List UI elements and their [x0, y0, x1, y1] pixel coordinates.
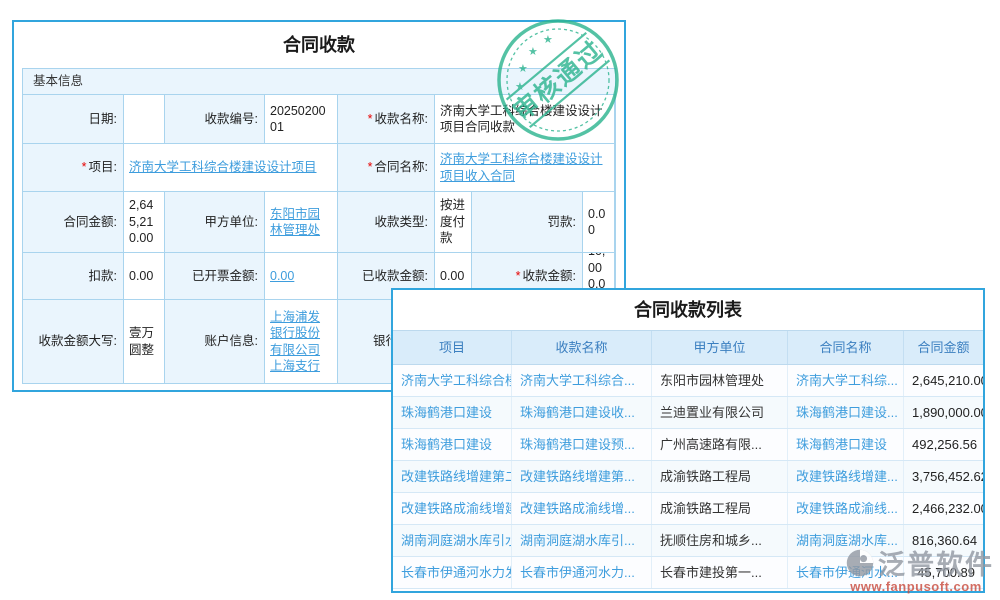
col-header-project: 项目	[393, 331, 511, 364]
cell-project[interactable]: 济南大学工科综合楼...	[393, 365, 511, 396]
deduction-label: 扣款:	[23, 253, 123, 299]
cell-contract-name[interactable]: 湖南洞庭湖水库...	[787, 525, 903, 556]
basic-info-section-header: 基本信息	[22, 68, 616, 94]
cell-receipt-name[interactable]: 改建铁路线增建第...	[511, 461, 651, 492]
cell-project[interactable]: 珠海鹤港口建设	[393, 429, 511, 460]
receipt-list-row: 湖南洞庭湖水库引水... 湖南洞庭湖水库引... 抚顺住房和城乡... 湖南洞庭…	[393, 525, 983, 557]
receipt-list-panel: 合同收款列表 项目 收款名称 甲方单位 合同名称 合同金额 济南大学工科综合楼.…	[391, 288, 985, 593]
cell-contract-name[interactable]: 改建铁路成渝线...	[787, 493, 903, 524]
cell-receipt-name[interactable]: 济南大学工科综合...	[511, 365, 651, 396]
required-mark: *	[368, 111, 373, 128]
receipt-no-label: 收款编号:	[165, 95, 264, 143]
cell-contract-name[interactable]: 珠海鹤港口建设...	[787, 397, 903, 428]
cell-project[interactable]: 珠海鹤港口建设	[393, 397, 511, 428]
col-header-receipt-name: 收款名称	[511, 331, 651, 364]
cell-contract-amount: 816,360.64	[903, 525, 983, 556]
penalty-label: 罚款:	[472, 192, 582, 252]
cell-receipt-name[interactable]: 改建铁路成渝线增...	[511, 493, 651, 524]
account-info-value: 上海浦发银行股份有限公司上海支行	[265, 300, 337, 383]
project-value: 济南大学工科综合楼建设设计项目	[124, 144, 337, 191]
project-link[interactable]: 济南大学工科综合楼建设设计项目	[129, 159, 317, 176]
receipt-list-row: 济南大学工科综合楼... 济南大学工科综合... 东阳市园林管理处 济南大学工科…	[393, 365, 983, 397]
col-header-party-a: 甲方单位	[651, 331, 787, 364]
contract-name-value: 济南大学工科综合楼建设设计项目收入合同	[435, 144, 614, 191]
contract-name-link[interactable]: 济南大学工科综合楼建设设计项目收入合同	[440, 151, 609, 184]
cell-contract-name[interactable]: 济南大学工科综...	[787, 365, 903, 396]
receipt-form-title: 合同收款	[14, 22, 624, 68]
amount-words-value: 壹万圆整	[124, 300, 164, 383]
required-mark: *	[368, 159, 373, 176]
party-a-label: 甲方单位:	[165, 192, 264, 252]
cell-contract-name[interactable]: 改建铁路线增建...	[787, 461, 903, 492]
party-a-value: 东阳市园林管理处	[265, 192, 337, 252]
cell-party-a: 成渝铁路工程局	[651, 493, 787, 524]
cell-party-a: 长春市建投第一...	[651, 557, 787, 588]
cell-contract-amount: 492,256.56	[903, 429, 983, 460]
cell-project[interactable]: 湖南洞庭湖水库引水...	[393, 525, 511, 556]
cell-project[interactable]: 改建铁路成渝线增建...	[393, 493, 511, 524]
date-label: 日期:	[23, 95, 123, 143]
party-a-link[interactable]: 东阳市园林管理处	[270, 206, 332, 239]
cell-contract-amount: 3,756,452.62	[903, 461, 983, 492]
penalty-value: 0.00	[583, 192, 614, 252]
cell-party-a: 兰迪置业有限公司	[651, 397, 787, 428]
cell-party-a: 成渝铁路工程局	[651, 461, 787, 492]
deduction-value: 0.00	[124, 253, 164, 299]
receipt-name-value: 济南大学工科综合楼建设设计项目合同收款	[435, 95, 614, 143]
invoiced-amount-link[interactable]: 0.00	[270, 268, 294, 285]
cell-contract-name[interactable]: 珠海鹤港口建设	[787, 429, 903, 460]
required-mark: *	[82, 159, 87, 176]
amount-words-label: 收款金额大写:	[23, 300, 123, 383]
cell-receipt-name[interactable]: 湖南洞庭湖水库引...	[511, 525, 651, 556]
cell-project[interactable]: 改建铁路线增建第二...	[393, 461, 511, 492]
contract-amount-label: 合同金额:	[23, 192, 123, 252]
receipt-list-row: 珠海鹤港口建设 珠海鹤港口建设收... 兰迪置业有限公司 珠海鹤港口建设... …	[393, 397, 983, 429]
receipt-no-value: 2025020001	[265, 95, 337, 143]
project-label: *项目:	[23, 144, 123, 191]
date-value[interactable]	[124, 95, 164, 143]
receipt-list-row: 长春市伊通河水力发... 长春市伊通河水力... 长春市建投第一... 长春市伊…	[393, 557, 983, 589]
contract-name-label: *合同名称:	[338, 144, 434, 191]
receipt-list-header: 项目 收款名称 甲方单位 合同名称 合同金额	[393, 330, 983, 365]
receipt-type-value: 按进度付款	[435, 192, 471, 252]
receipt-name-label: *收款名称:	[338, 95, 434, 143]
account-info-label: 账户信息:	[165, 300, 264, 383]
cell-contract-name[interactable]: 长春市伊通河水...	[787, 557, 903, 588]
receipt-type-label: 收款类型:	[338, 192, 434, 252]
cell-contract-amount: 2,645,210.00	[903, 365, 983, 396]
receipt-list-title: 合同收款列表	[393, 290, 983, 330]
receipt-list-row: 改建铁路成渝线增建... 改建铁路成渝线增... 成渝铁路工程局 改建铁路成渝线…	[393, 493, 983, 525]
cell-receipt-name[interactable]: 珠海鹤港口建设预...	[511, 429, 651, 460]
cell-contract-amount: 1,890,000.00	[903, 397, 983, 428]
col-header-contract-amount: 合同金额	[903, 331, 983, 364]
receipt-list-row: 珠海鹤港口建设 珠海鹤港口建设预... 广州高速路有限... 珠海鹤港口建设 4…	[393, 429, 983, 461]
contract-amount-value: 2,645,210.00	[124, 192, 164, 252]
invoiced-amount-label: 已开票金额:	[165, 253, 264, 299]
account-info-link[interactable]: 上海浦发银行股份有限公司上海支行	[270, 309, 332, 375]
receipt-list-body: 济南大学工科综合楼... 济南大学工科综合... 东阳市园林管理处 济南大学工科…	[393, 365, 983, 589]
required-mark: *	[516, 268, 521, 285]
screen: 合同收款 基本信息 日期: 收款编号: 2025020001 *收款名称: 济南…	[0, 0, 1000, 600]
invoiced-amount-value: 0.00	[265, 253, 337, 299]
cell-contract-amount: 2,466,232.00	[903, 493, 983, 524]
col-header-contract-name: 合同名称	[787, 331, 903, 364]
cell-party-a: 广州高速路有限...	[651, 429, 787, 460]
cell-party-a: 东阳市园林管理处	[651, 365, 787, 396]
cell-project[interactable]: 长春市伊通河水力发...	[393, 557, 511, 588]
receipt-list-row: 改建铁路线增建第二... 改建铁路线增建第... 成渝铁路工程局 改建铁路线增建…	[393, 461, 983, 493]
cell-receipt-name[interactable]: 长春市伊通河水力...	[511, 557, 651, 588]
cell-party-a: 抚顺住房和城乡...	[651, 525, 787, 556]
cell-receipt-name[interactable]: 珠海鹤港口建设收...	[511, 397, 651, 428]
cell-contract-amount: 45,700.89	[903, 557, 983, 588]
